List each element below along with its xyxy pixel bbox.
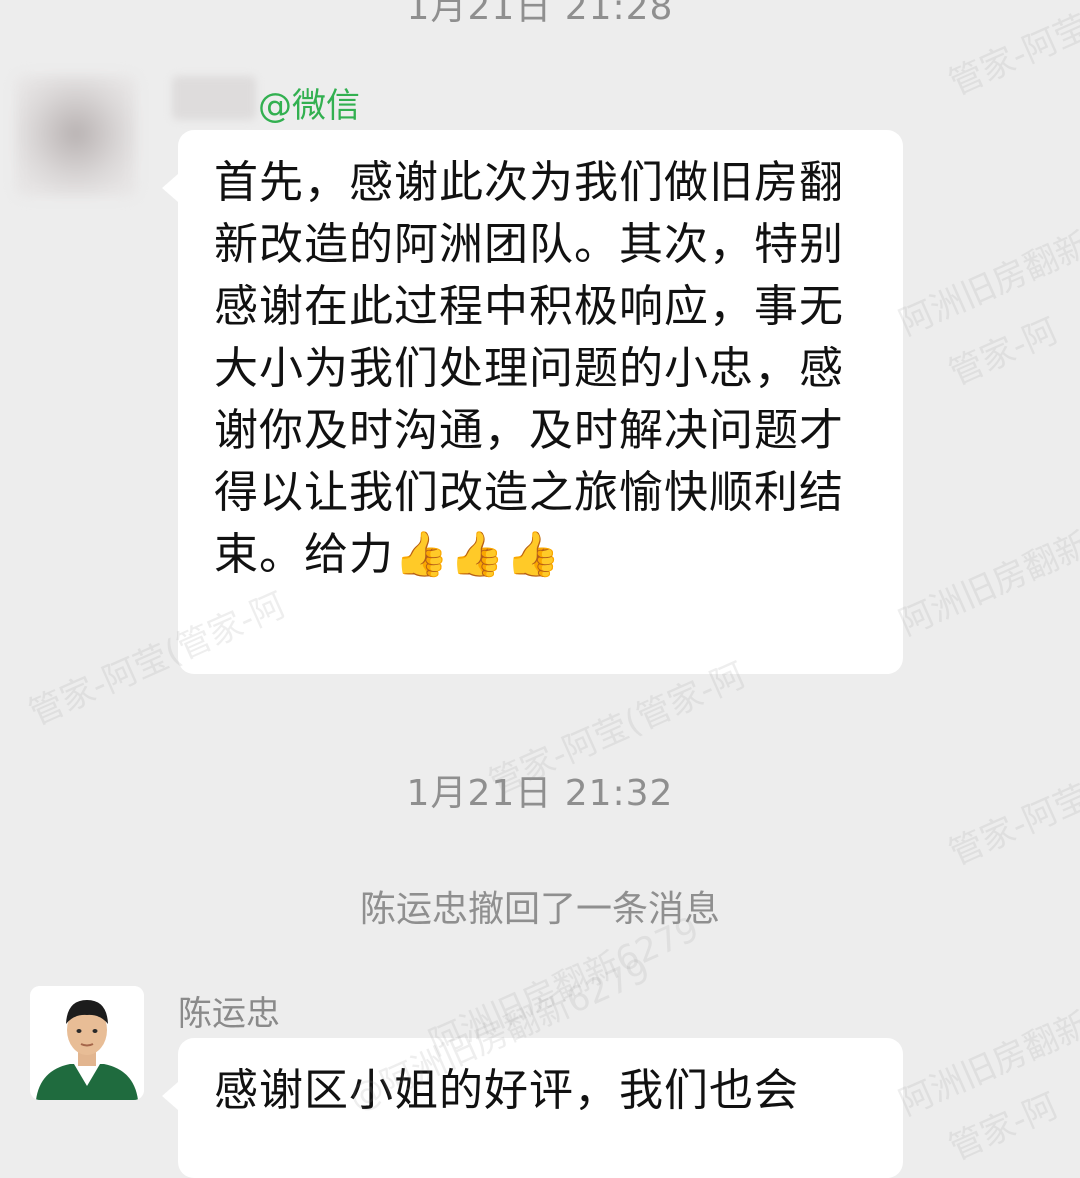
watermark: 阿洲旧房翻新62 — [893, 986, 1080, 1124]
message-bubble[interactable]: 首先，感谢此次为我们做旧房翻新改造的阿洲团队。其次，特别感谢在此过程中积极响应，… — [162, 130, 903, 674]
recall-notice: 陈运忠撤回了一条消息 — [359, 889, 720, 930]
watermark: 阿洲旧房翻新62 — [893, 206, 1080, 344]
watermark: 阿洲旧房翻新62 — [893, 506, 1080, 644]
message-timestamp: 1月21日 21:28 — [406, 0, 674, 28]
message-bubble[interactable]: 感谢区小姐的好评，我们也会 — [162, 1038, 903, 1178]
sender-name: 陈运忠 — [178, 994, 280, 1034]
watermark: 管家-阿 — [943, 1085, 1064, 1169]
sender-avatar-blurred[interactable] — [16, 76, 136, 196]
watermark: 管家-阿 — [943, 310, 1064, 394]
person-icon — [30, 986, 144, 1100]
wechat-source-tag: @微信 — [258, 86, 360, 126]
message-text: 首先，感谢此次为我们做旧房翻新改造的阿洲团队。其次，特别感谢在此过程中积极响应，… — [214, 157, 844, 580]
message-text: 感谢区小姐的好评，我们也会 — [214, 1065, 799, 1116]
message-timestamp: 1月21日 21:32 — [406, 773, 674, 814]
sender-name-blurred — [172, 76, 256, 120]
sender-avatar[interactable] — [30, 986, 144, 1100]
